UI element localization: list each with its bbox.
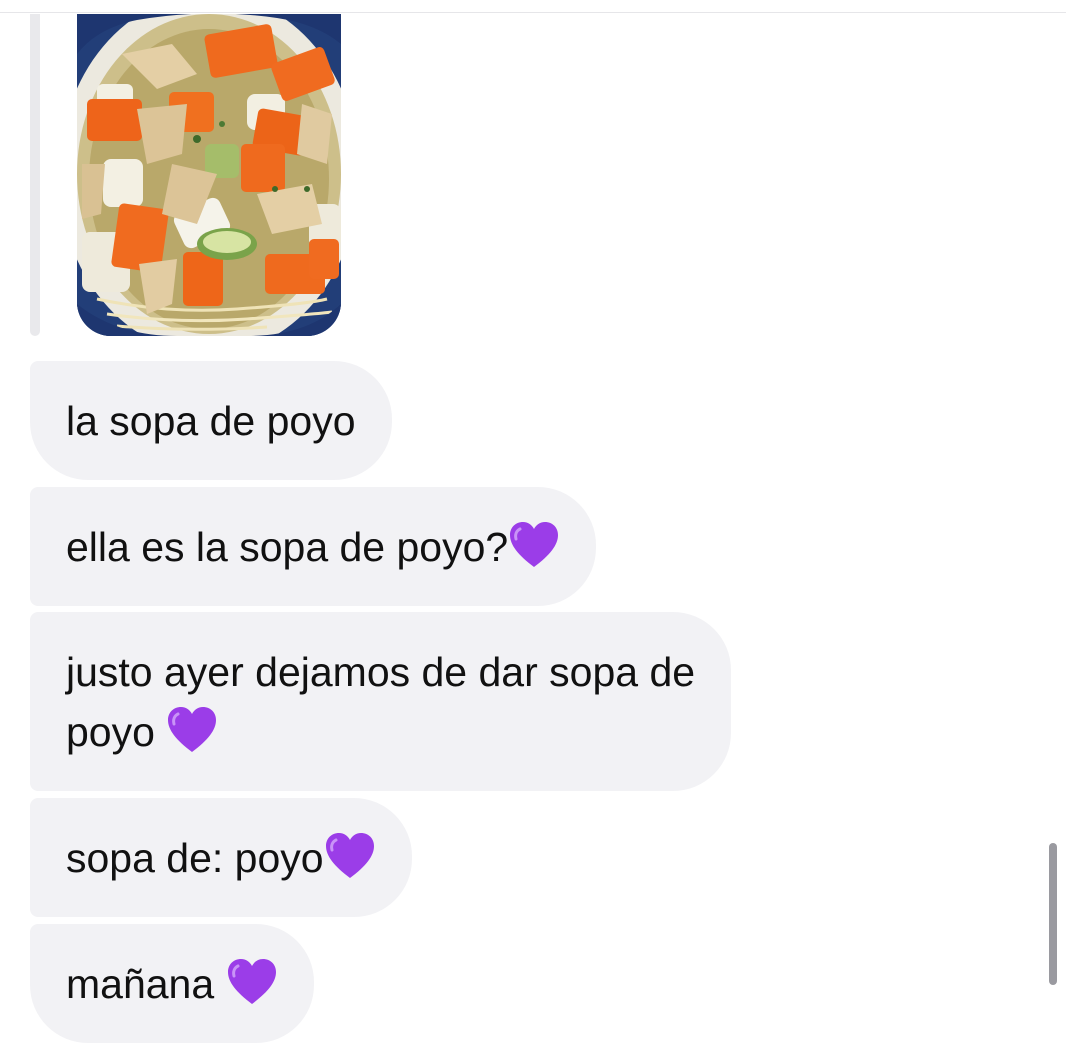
- shared-photo[interactable]: [77, 14, 341, 336]
- message-bubble[interactable]: sopa de: poyo: [30, 798, 412, 917]
- message-bubble[interactable]: mañana: [30, 924, 314, 1043]
- message-text-line-1: justo ayer dejamos de dar sopa de: [66, 649, 696, 695]
- message-text-line-2: poyo: [66, 709, 167, 755]
- message-text: mañana: [66, 961, 226, 1007]
- purple-heart-icon: [508, 521, 560, 569]
- message-bubble[interactable]: justo ayer dejamos de dar sopa de poyo: [30, 612, 732, 791]
- purple-heart-icon: [324, 832, 376, 880]
- purple-heart-icon: [166, 706, 218, 754]
- message-text: la sopa de poyo: [66, 398, 356, 444]
- reply-indicator-bar: [30, 14, 40, 336]
- soup-photo-image: [77, 14, 341, 336]
- purple-heart-icon: [226, 958, 278, 1006]
- message-text: sopa de: poyo: [66, 835, 324, 881]
- message-bubble[interactable]: la sopa de poyo: [30, 361, 392, 480]
- vertical-scrollbar[interactable]: [1049, 843, 1057, 985]
- message-text: ella es la sopa de poyo?: [66, 524, 509, 570]
- message-bubble[interactable]: ella es la sopa de poyo?: [30, 487, 597, 606]
- top-divider: [0, 12, 1066, 13]
